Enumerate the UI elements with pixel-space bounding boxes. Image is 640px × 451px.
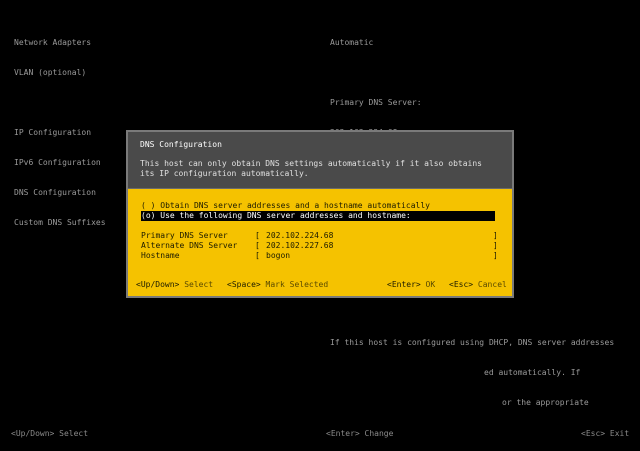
dialog-description-line: its IP configuration automatically. <box>140 169 309 178</box>
hint-action: Mark Selected <box>265 280 329 289</box>
info-note-line: ed automatically. If <box>484 368 581 377</box>
hint-key: <Space> <box>227 280 261 289</box>
hostname-row: Hostname [ bogon ] <box>141 251 498 261</box>
menu-item-ip-configuration[interactable]: IP Configuration <box>14 128 106 138</box>
footer-bar: <Up/Down> Select <Enter> Change <Esc> Ex… <box>0 429 640 439</box>
field-close-bracket: ] <box>493 241 498 250</box>
primary-dns-row: Primary DNS Server [ 202.102.224.68 ] <box>141 231 498 241</box>
hint-key: <Esc> <box>449 280 474 289</box>
info-note-line: If this host is configured using DHCP, D… <box>330 338 615 347</box>
alternate-dns-input[interactable]: 202.102.227.68 <box>266 241 333 251</box>
menu-spacer <box>14 98 106 108</box>
dialog-description-line: This host can only obtain DNS settings a… <box>140 159 482 168</box>
menu-item-vlan[interactable]: VLAN (optional) <box>14 68 106 78</box>
radio-obtain-automatically[interactable]: ( ) Obtain DNS server addresses and a ho… <box>141 201 430 211</box>
hint-action: OK <box>425 280 436 289</box>
info-spacer <box>330 68 614 78</box>
cancel-button[interactable]: <Esc> Cancel <box>449 280 507 290</box>
hostname-input[interactable]: bogon <box>266 251 290 261</box>
footer-hint-exit[interactable]: <Esc> Exit <box>581 429 629 439</box>
left-menu: Network Adapters VLAN (optional) IP Conf… <box>14 18 106 238</box>
hint-up-down: <Up/Down> Select <box>136 280 213 290</box>
field-open-bracket: [ <box>255 251 260 260</box>
menu-item-dns-configuration[interactable]: DNS Configuration <box>14 188 106 198</box>
primary-dns-label: Primary DNS Server: <box>330 98 422 107</box>
menu-item-ipv6-configuration[interactable]: IPv6 Configuration <box>14 158 106 168</box>
field-close-bracket: ] <box>493 251 498 260</box>
dialog-description: This host can only obtain DNS settings a… <box>140 159 482 179</box>
field-open-bracket: [ <box>255 241 260 250</box>
footer-hint-select: <Up/Down> Select <box>11 429 89 438</box>
hint-action: Cancel <box>477 280 507 289</box>
hint-action: Select <box>184 280 214 289</box>
hint-key: <Up/Down> <box>136 280 180 289</box>
radio-use-following-addresses[interactable]: (o) Use the following DNS server address… <box>141 211 495 221</box>
hostname-field-label: Hostname <box>141 251 180 260</box>
alternate-dns-row: Alternate DNS Server [ 202.102.227.68 ] <box>141 241 498 251</box>
dialog-body: ( ) Obtain DNS server addresses and a ho… <box>128 189 512 296</box>
field-open-bracket: [ <box>255 231 260 240</box>
dns-configuration-dialog: DNS Configuration This host can only obt… <box>126 130 514 298</box>
hint-key: <Enter> <box>387 280 421 289</box>
info-spacer <box>330 308 614 318</box>
dialog-header: DNS Configuration This host can only obt… <box>128 132 512 189</box>
dns-mode: Automatic <box>330 38 374 47</box>
hint-space: <Space> Mark Selected <box>227 280 328 290</box>
primary-dns-input[interactable]: 202.102.224.68 <box>266 231 333 241</box>
alternate-dns-field-label: Alternate DNS Server <box>141 241 238 250</box>
info-note-line: or the appropriate <box>502 398 589 407</box>
ok-button[interactable]: <Enter> OK <box>387 280 435 290</box>
footer-hint-change[interactable]: <Enter> Change <box>326 429 393 439</box>
primary-dns-field-label: Primary DNS Server <box>141 231 228 240</box>
dialog-title: DNS Configuration <box>140 140 222 149</box>
menu-item-network-adapters[interactable]: Network Adapters <box>14 38 106 48</box>
field-close-bracket: ] <box>493 231 498 240</box>
menu-item-custom-dns-suffixes[interactable]: Custom DNS Suffixes <box>14 218 106 228</box>
